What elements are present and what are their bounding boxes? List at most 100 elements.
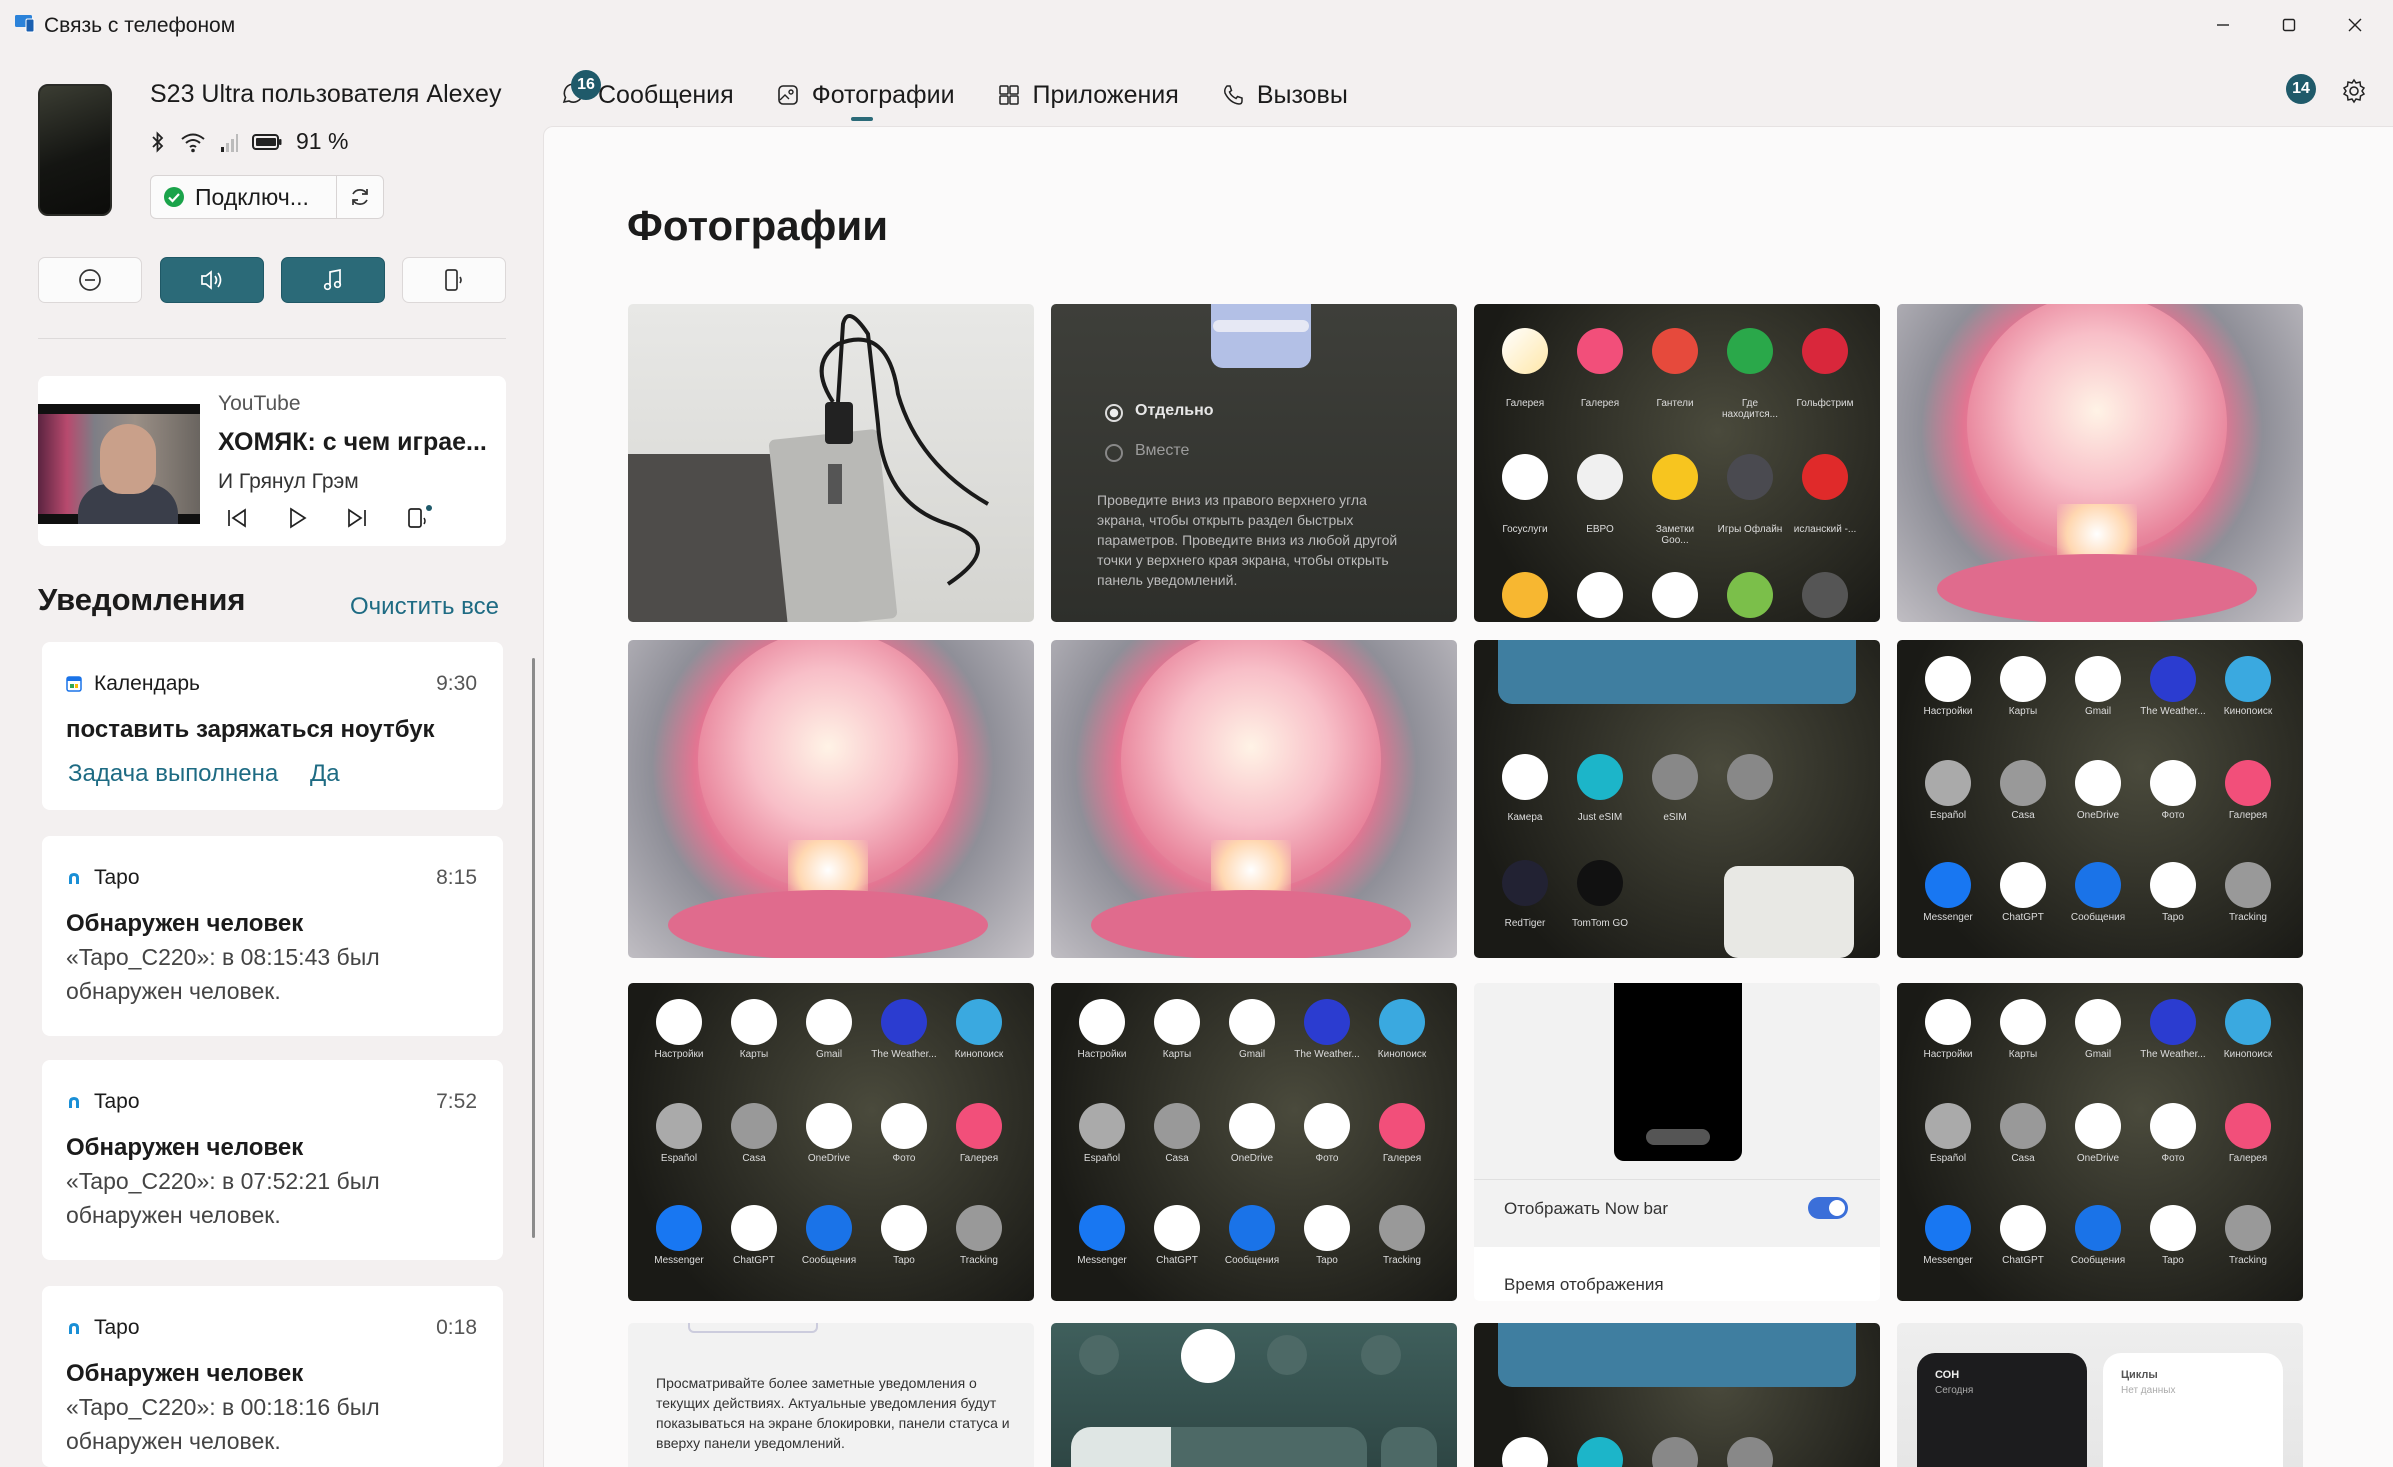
app-label: Gmail bbox=[1238, 1049, 1266, 1060]
app-label: Карты bbox=[2008, 1049, 2038, 1060]
notification-time: 8:15 bbox=[436, 866, 477, 889]
app-label: Español bbox=[1929, 810, 1967, 821]
notification-app-name: Календарь bbox=[94, 672, 200, 695]
photo-tile[interactable] bbox=[1897, 304, 2303, 622]
tab-apps-label: Приложения bbox=[1032, 80, 1179, 109]
app-label: Фото bbox=[2161, 810, 2185, 821]
play-icon[interactable] bbox=[284, 505, 310, 531]
notification-app-name: Tapo bbox=[94, 1090, 140, 1113]
app-label: Где находится... bbox=[1722, 398, 1778, 420]
notification-card[interactable]: Tapo 0:18 Обнаружен человек «Tapo_C220»:… bbox=[42, 1286, 503, 1467]
now-bar-toggle-label: Отображать Now bar bbox=[1504, 1199, 1669, 1218]
app-label: Настройки bbox=[1077, 1049, 1127, 1060]
audio-output-icon[interactable] bbox=[404, 504, 434, 532]
app-label: RedTiger bbox=[1504, 918, 1546, 929]
tab-photos-label: Фотографии bbox=[811, 80, 955, 109]
app-label: Tracking bbox=[2229, 912, 2267, 923]
connection-status-label[interactable]: Подключ... bbox=[151, 176, 338, 218]
photo-tile[interactable]: Камера Just eSIM eSIM RedTiger TomTom GO bbox=[1474, 640, 1880, 958]
do-not-disturb-button[interactable] bbox=[38, 257, 142, 303]
option-separately: Отдельно bbox=[1135, 402, 1214, 419]
app-label: Сообщения bbox=[1224, 1255, 1280, 1266]
tab-apps[interactable]: Приложения bbox=[997, 72, 1179, 118]
next-track-icon[interactable] bbox=[344, 505, 370, 531]
phone-speaker-icon bbox=[445, 269, 462, 291]
connected-check-icon bbox=[164, 187, 184, 207]
app-label: Камера bbox=[1507, 812, 1543, 823]
minimize-button[interactable] bbox=[2190, 0, 2256, 50]
app-label: Casa bbox=[742, 1153, 766, 1164]
app-label: Карты bbox=[1162, 1049, 1192, 1060]
photo-tile[interactable]: Отдельно Вместе Проведите вниз из правог… bbox=[1051, 304, 1457, 622]
refresh-button[interactable] bbox=[337, 176, 383, 218]
close-icon bbox=[2348, 18, 2362, 32]
photo-tile[interactable]: Настройки Карты Gmail The Weather... Кин… bbox=[1897, 640, 2303, 958]
app-label: Сообщения bbox=[2070, 912, 2126, 923]
photo-tile[interactable]: Отображать Now bar Время отображения bbox=[1474, 983, 1880, 1301]
app-label: Tracking bbox=[2229, 1255, 2267, 1266]
music-button[interactable] bbox=[281, 257, 385, 303]
media-controls bbox=[224, 504, 434, 532]
audio-button[interactable] bbox=[160, 257, 264, 303]
app-label: Tracking bbox=[1383, 1255, 1421, 1266]
photo-tile[interactable] bbox=[1051, 1323, 1457, 1467]
messages-badge: 16 bbox=[571, 70, 601, 100]
app-label: Кинопоиск bbox=[954, 1049, 1004, 1060]
photo-tile[interactable] bbox=[628, 304, 1034, 622]
maximize-button[interactable] bbox=[2256, 0, 2322, 50]
photo-tile[interactable]: Просматривайте более заметные уведомлени… bbox=[628, 1323, 1034, 1467]
app-label: Гольфстрим bbox=[1796, 398, 1854, 409]
gear-icon[interactable] bbox=[2341, 78, 2367, 104]
tapo-icon bbox=[69, 873, 79, 884]
previous-track-icon[interactable] bbox=[224, 505, 250, 531]
tab-photos[interactable]: Фотографии bbox=[776, 72, 955, 118]
notifications-heading: Уведомления bbox=[38, 582, 246, 617]
notification-card[interactable]: Календарь 9:30 поставить заряжаться ноут… bbox=[42, 642, 503, 810]
notification-card[interactable]: Tapo 8:15 Обнаружен человек «Tapo_C220»:… bbox=[42, 836, 503, 1036]
photo-tile[interactable]: Галерея Галерея Гантели Где находится...… bbox=[1474, 304, 1880, 622]
notification-count-badge[interactable]: 14 bbox=[2286, 74, 2316, 104]
sleep-widget-title: СОН bbox=[1935, 1369, 1960, 1381]
media-title: ХОМЯК: с чем играе... bbox=[218, 428, 487, 456]
app-label: OneDrive bbox=[2076, 1153, 2120, 1164]
bluetooth-icon bbox=[152, 130, 164, 153]
battery-percent: 91 % bbox=[296, 128, 349, 154]
notification-card[interactable]: Tapo 7:52 Обнаружен человек «Tapo_C220»:… bbox=[42, 1060, 503, 1260]
yes-action[interactable]: Да bbox=[310, 760, 340, 788]
notification-title: поставить заряжаться ноутбук bbox=[66, 716, 435, 743]
maximize-icon bbox=[2282, 18, 2296, 32]
app-label: Игры Офлайн bbox=[1717, 524, 1783, 535]
title-bar: Связь с телефоном bbox=[0, 0, 2393, 50]
notification-title: Обнаружен человек bbox=[66, 1134, 304, 1161]
clear-all-link[interactable]: Очистить все bbox=[350, 593, 499, 621]
task-done-action[interactable]: Задача выполнена bbox=[68, 760, 278, 788]
app-label: ChatGPT bbox=[2002, 1255, 2044, 1266]
notifications-scrollbar[interactable] bbox=[532, 658, 535, 1238]
app-label: Галерея bbox=[2228, 810, 2268, 821]
notification-app: Tapo bbox=[66, 866, 140, 890]
notification-app: Tapo bbox=[66, 1090, 140, 1114]
photo-tile[interactable] bbox=[628, 640, 1034, 958]
sleep-widget-subtitle: Сегодня bbox=[1935, 1385, 1974, 1396]
phone-audio-button[interactable] bbox=[402, 257, 506, 303]
tab-calls[interactable]: Вызовы bbox=[1221, 72, 1348, 118]
photo-tile[interactable]: Настройки Карты Gmail The Weather... Кин… bbox=[1897, 983, 2303, 1301]
photo-tile[interactable] bbox=[1051, 640, 1457, 958]
app-label: Tracking bbox=[960, 1255, 998, 1266]
app-label: Just eSIM bbox=[1577, 812, 1623, 823]
app-label: Tapo bbox=[1316, 1255, 1338, 1266]
app-label: OneDrive bbox=[807, 1153, 851, 1164]
app-label: Галерея bbox=[1580, 398, 1620, 409]
app-label: Заметки Goo... bbox=[1655, 524, 1695, 546]
notification-title: Обнаружен человек bbox=[66, 1360, 304, 1387]
photo-tile[interactable]: Настройки Карты Gmail The Weather... Кин… bbox=[1051, 983, 1457, 1301]
media-thumbnail[interactable] bbox=[38, 404, 200, 524]
photo-tile[interactable] bbox=[1474, 1323, 1880, 1467]
close-button[interactable] bbox=[2322, 0, 2388, 50]
app-label: The Weather... bbox=[2140, 1049, 2206, 1060]
app-label: Карты bbox=[2008, 706, 2038, 717]
calendar-icon bbox=[66, 676, 82, 692]
photo-tile[interactable]: СОН Сегодня Циклы Нет данных bbox=[1897, 1323, 2303, 1467]
photo-tile[interactable]: Настройки Карты Gmail The Weather... Кин… bbox=[628, 983, 1034, 1301]
do-not-disturb-icon bbox=[79, 269, 101, 291]
